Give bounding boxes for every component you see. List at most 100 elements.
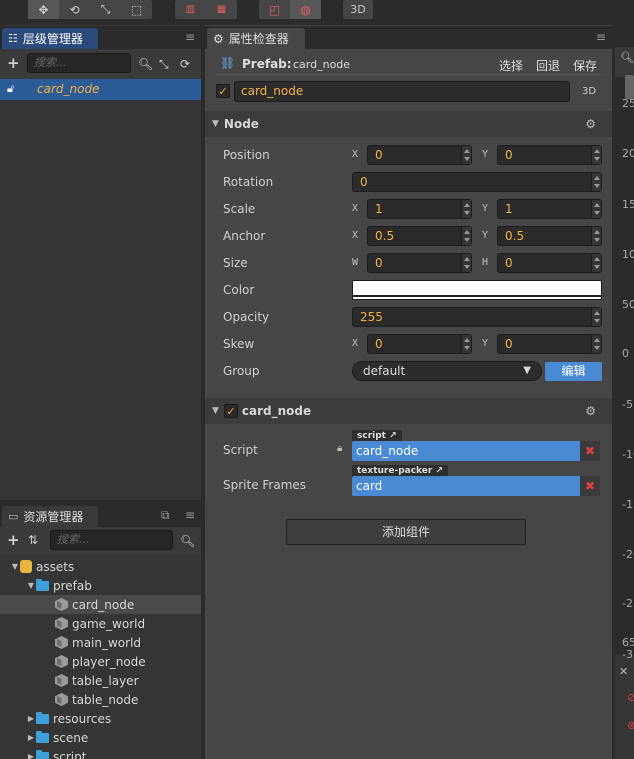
opacity-stepper[interactable]	[591, 308, 601, 326]
tab-assets[interactable]: ▭ 资源管理器	[2, 506, 98, 527]
collapse-icon[interactable]: ⤡	[159, 57, 169, 71]
rect-icon: ⬚	[130, 2, 143, 17]
scale-x-stepper[interactable]	[461, 200, 471, 218]
align-button[interactable]: ▥	[175, 0, 206, 19]
close-icon[interactable]: ✕	[619, 665, 628, 678]
component-settings-icon[interactable]: ⚙	[585, 404, 596, 418]
size-label: Size	[223, 256, 248, 270]
scale-y-stepper[interactable]	[591, 200, 601, 218]
anchor-x-input[interactable]: 0.5	[367, 226, 472, 246]
zoom-icon[interactable]: 🔍︎	[620, 51, 634, 64]
search-icon[interactable]: 🔍︎	[180, 534, 195, 548]
script-asset-field[interactable]: card_node	[352, 441, 580, 461]
group-edit-button[interactable]: 编辑	[545, 362, 602, 381]
hierarchy-node-row[interactable]: 🔓︎ card_node	[0, 79, 201, 100]
expand-arrow-icon[interactable]: ▼	[10, 562, 20, 571]
assets-search-input[interactable]: 搜索...	[50, 530, 173, 550]
assets-menu-icon[interactable]: ≡	[185, 508, 195, 522]
opacity-input[interactable]: 255	[352, 307, 602, 327]
asset-tree-item[interactable]: card_node	[0, 595, 201, 614]
add-node-icon[interactable]: +	[7, 56, 20, 71]
asset-tree-item[interactable]: game_world	[0, 614, 201, 633]
sprite-frames-field[interactable]: card	[352, 476, 580, 496]
3d-toggle-button[interactable]: 3D	[343, 0, 373, 19]
anchor-x-stepper[interactable]	[461, 227, 471, 245]
tab-assets-label: 资源管理器	[23, 510, 84, 524]
asset-tree-item[interactable]: main_world	[0, 633, 201, 652]
asset-tree-item[interactable]: ▶ resources	[0, 709, 201, 728]
add-component-button[interactable]: 添加组件	[286, 519, 526, 545]
node-active-checkbox[interactable]: ✓	[216, 84, 230, 98]
tab-inspector[interactable]: ⚙ 属性检查器	[207, 28, 305, 49]
scale-x-input[interactable]: 1	[367, 199, 472, 219]
tab-hierarchy[interactable]: ☷ 层级管理器	[2, 28, 98, 49]
inspector-menu-icon[interactable]: ≡	[596, 30, 606, 44]
color-swatch[interactable]	[352, 280, 602, 300]
position-x-input[interactable]: 0	[367, 145, 472, 165]
position-y-input[interactable]: 0	[497, 145, 602, 165]
sprite-remove-button[interactable]: ✖	[580, 476, 600, 496]
position-y-stepper[interactable]	[591, 146, 601, 164]
skew-x-stepper[interactable]	[461, 335, 471, 353]
script-remove-button[interactable]: ✖	[580, 441, 600, 461]
prefab-select-button[interactable]: 选择	[499, 57, 523, 74]
anchor-y-stepper[interactable]	[591, 227, 601, 245]
external-link-icon[interactable]: ↗	[389, 431, 397, 441]
size-w-input[interactable]: 0	[367, 253, 472, 273]
scale-tool-button[interactable]: ⤡	[90, 0, 121, 19]
asset-tree-item[interactable]: ▼ assets	[0, 557, 201, 576]
3d-node-toggle[interactable]: 3D	[582, 86, 596, 97]
component-enabled-checkbox[interactable]: ✓	[223, 404, 238, 418]
node-section-title: Node	[223, 117, 259, 131]
settings-gear-icon[interactable]: ⚙	[585, 117, 596, 131]
skew-y-input[interactable]: 0	[497, 334, 602, 354]
anchor-y-input[interactable]: 0.5	[497, 226, 602, 246]
rotation-stepper[interactable]	[591, 173, 601, 191]
refresh-icon[interactable]: ⟳	[180, 57, 190, 71]
position-x-stepper[interactable]	[461, 146, 471, 164]
collapse-arrow-icon[interactable]: ▶	[26, 714, 36, 723]
expand-arrow-icon[interactable]: ▼	[26, 581, 36, 590]
collapse-arrow-icon[interactable]: ▶	[26, 733, 36, 742]
add-asset-icon[interactable]: +	[7, 533, 20, 548]
rotation-input[interactable]: 0	[352, 172, 602, 192]
component-section-header[interactable]: ▼ ✓ card_node ⚙	[205, 398, 612, 424]
size-h-input[interactable]: 0	[497, 253, 602, 273]
prefab-save-button[interactable]: 保存	[573, 57, 597, 74]
panel-menu-icon[interactable]: ≡	[185, 30, 195, 44]
hierarchy-search-input[interactable]: 搜索...	[27, 53, 131, 73]
asset-tree-item[interactable]: table_node	[0, 690, 201, 709]
collapse-arrow-icon[interactable]: ▶	[26, 752, 36, 759]
close-icon: ✖	[584, 444, 596, 458]
opacity-label: Opacity	[223, 310, 270, 324]
prefab-revert-button[interactable]: 回退	[536, 57, 560, 74]
asset-tree-item[interactable]: ▶ scene	[0, 728, 201, 747]
group-label: Group	[223, 364, 260, 378]
distribute-button[interactable]: ▦	[206, 0, 237, 19]
asset-tree-label: game_world	[72, 616, 146, 631]
skew-y-stepper[interactable]	[591, 335, 601, 353]
size-w-stepper[interactable]	[461, 254, 471, 272]
rotate-tool-button[interactable]: ⟲	[59, 0, 90, 19]
asset-tree-item[interactable]: ▼ prefab	[0, 576, 201, 595]
rect-tool-button[interactable]: ⬚	[121, 0, 152, 19]
unlock-icon[interactable]: 🔓︎	[7, 82, 14, 96]
scale-y-input[interactable]: 1	[497, 199, 602, 219]
sort-icon[interactable]: ⇅	[28, 533, 38, 547]
position-x-axis: X	[352, 149, 359, 160]
asset-tree-item[interactable]: table_layer	[0, 671, 201, 690]
group-select[interactable]: default ▼	[352, 361, 542, 381]
maximize-icon[interactable]: ⧉	[161, 508, 170, 523]
pivot-button[interactable]: ◍	[290, 0, 321, 19]
folder-icon	[36, 730, 49, 743]
skew-x-input[interactable]: 0	[367, 334, 472, 354]
move-tool-button[interactable]: ✥	[28, 0, 59, 19]
asset-tree-item[interactable]: player_node	[0, 652, 201, 671]
local-coord-button[interactable]: ◰	[259, 0, 290, 19]
node-name-input[interactable]: card_node	[234, 81, 570, 102]
external-link-icon[interactable]: ↗	[435, 466, 443, 476]
size-h-stepper[interactable]	[591, 254, 601, 272]
node-section-header[interactable]: ▼ Node ⚙	[205, 111, 612, 137]
asset-tree-item[interactable]: ▶ script	[0, 747, 201, 759]
search-icon[interactable]: 🔍︎	[138, 57, 153, 71]
